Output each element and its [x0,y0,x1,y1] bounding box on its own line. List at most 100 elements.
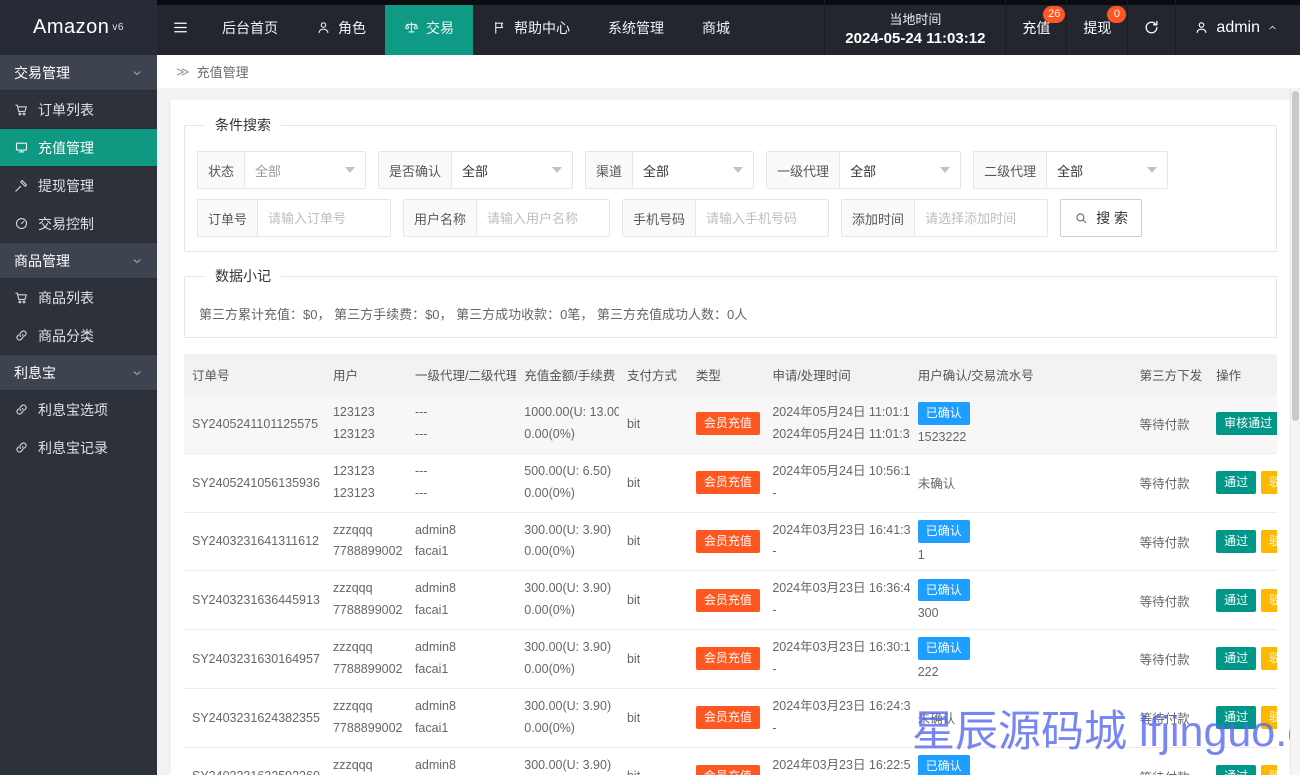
nav-item-3[interactable]: 交易 [385,0,473,55]
approve-button[interactable]: 审核通过 [1216,412,1277,436]
reject-button[interactable]: 驳回 [1261,529,1277,553]
sidebar-group[interactable]: 商品管理 [0,243,157,279]
third-party-cell: 等待付款 [1131,453,1209,513]
agent-cell: admin8facai1 [406,747,517,775]
filter-channel-select[interactable]: 全部 [633,152,753,188]
nav-item-1[interactable]: 后台首页 [203,0,297,55]
withdraw-notice-label: 提现 [1083,19,1112,36]
field-username-input[interactable] [477,200,610,236]
summary-panel-title: 数据小记 [215,268,271,284]
confirm-cell: 已确认 300 [909,570,1132,630]
confirm-cell: 已确认1 [909,747,1132,775]
table-row: SY2403231641311612 zzzqqq 7788899002 admin8… [184,512,1277,572]
refresh-icon [1143,19,1160,36]
amount-cell-line1: 300.00(U: 3.90) [524,581,612,596]
type-badge: 会员充值 [695,529,760,553]
filter-agent-level2-select[interactable]: 全部 [1047,152,1167,188]
menu-icon [172,19,189,36]
sidebar-item[interactable]: 交易控制 [0,205,157,243]
reject-button[interactable]: 驳回 [1261,471,1277,495]
sidebar-item[interactable]: 商品列表 [0,279,157,317]
agent-cell: --- --- [406,395,517,454]
amount-cell-line2: 0.00(0%) [524,485,575,500]
apply-time: 2024年05月24日 10:56:13 [772,463,910,478]
order-no: SY2405241056135936 [192,475,320,490]
scrollbar-track[interactable] [1290,88,1300,775]
filter-status-value: 全部 [255,163,282,179]
process-time: - [772,720,777,735]
flow-number: 1 [917,547,925,562]
reject-button[interactable]: 驳回 [1261,647,1277,671]
order-cell: SY2403231636445913 [184,570,325,630]
third-party-cell: 等待付款 [1131,395,1209,454]
type-badge: 会员充值 [695,706,760,730]
pay-method: bit [626,651,641,666]
field-order-no-input[interactable] [258,200,391,236]
sidebar-item[interactable]: 商品分类 [0,317,157,355]
third-party-status: 等待付款 [1139,535,1190,550]
user-menu[interactable]: admin [1175,0,1300,55]
col-header: 用户 [324,354,407,395]
sidebar-group[interactable]: 利息宝 [0,355,157,391]
sidebar-group-label: 商品管理 [14,252,70,269]
user-cell: 123123 123123 [324,395,407,454]
reject-button[interactable]: 驳回 [1261,706,1277,730]
user-icon [1194,20,1209,35]
field-phone-input[interactable] [696,200,829,236]
sidebar-toggle-button[interactable] [157,0,203,55]
reject-button[interactable]: 驳回 [1261,764,1277,775]
approve-button[interactable]: 通过 [1216,588,1257,612]
field-add-time-input[interactable] [915,200,1048,236]
approve-button[interactable]: 通过 [1216,471,1257,495]
amount-cell-line2: 0.00(0%) [524,603,575,618]
filter-agent-level1-select[interactable]: 全部 [840,152,960,188]
filter-agent-level2: 二级代理 全部 [973,151,1169,189]
content-card: 条件搜索 状态全部是否确认全部渠道全部一级代理全部二级代理全部 订单号用户名称手… [171,100,1290,775]
actions-cell: 通过驳回 [1208,453,1277,513]
sidebar-item[interactable]: 提现管理 [0,167,157,205]
breadcrumb: ≫ 充值管理 [157,55,1300,88]
amount-cell: 1000.00(U: 13.00) 0.00(0%) [516,395,619,454]
col-header: 充值金额/手续费 [516,354,619,395]
search-button[interactable]: 搜 索 [1060,199,1142,237]
reject-button[interactable]: 驳回 [1261,588,1277,612]
sidebar-item[interactable]: 充值管理 [0,129,157,167]
approve-button[interactable]: 通过 [1216,764,1257,775]
table-row: SY2403231622592260zzzqqq7788899002admin8… [184,747,1277,775]
sidebar-group[interactable]: 交易管理 [0,55,157,91]
sidebar-item[interactable]: 订单列表 [0,91,157,129]
filter-confirmed-select[interactable]: 全部 [452,152,572,188]
gauge-icon [14,216,29,231]
sidebar-item[interactable]: 利息宝选项 [0,391,157,429]
nav-item-6[interactable]: 商城 [683,0,749,55]
process-time: 2024年05月24日 11:01:36 [772,426,910,441]
amount-cell-line1: 300.00(U: 3.90) [524,640,612,654]
actions-cell: 通过驳回 [1208,629,1277,689]
recharge-notice-button[interactable]: 充值 26 [1005,0,1066,55]
process-time: - [772,661,777,676]
approve-button[interactable]: 通过 [1216,647,1257,671]
actions-cell: 通过驳回 [1208,747,1277,775]
time-cell: 2024年03月23日 16:30:16 - [764,629,910,689]
nav-item-2[interactable]: 角色 [297,0,385,55]
approve-button[interactable]: 通过 [1216,529,1257,553]
approve-button[interactable]: 通过 [1216,706,1257,730]
sidebar-item[interactable]: 利息宝记录 [0,429,157,467]
refresh-button[interactable] [1127,0,1175,55]
nav-item-5[interactable]: 系统管理 [589,0,683,55]
time-cell: 2024年05月24日 10:56:13 - [764,453,910,513]
local-time-label: 当地时间 [889,11,942,27]
board-icon [14,140,29,155]
sidebar-item-label: 商品列表 [38,289,94,306]
filter-confirmed-value: 全部 [462,163,489,179]
link-icon [14,402,29,417]
flow-number: 1523222 [917,430,967,445]
withdraw-notice-button[interactable]: 提现 0 [1066,0,1127,55]
third-party-status: 等待付款 [1139,712,1190,727]
filter-status-select[interactable]: 全部 [245,152,365,188]
confirm-cell: 已确认 222 [909,629,1132,689]
filter-confirmed-label: 是否确认 [379,152,453,188]
scrollbar-thumb[interactable] [1292,91,1299,421]
nav-item-4[interactable]: 帮助中心 [473,0,589,55]
amount-cell-line2: 0.00(0%) [524,661,575,676]
